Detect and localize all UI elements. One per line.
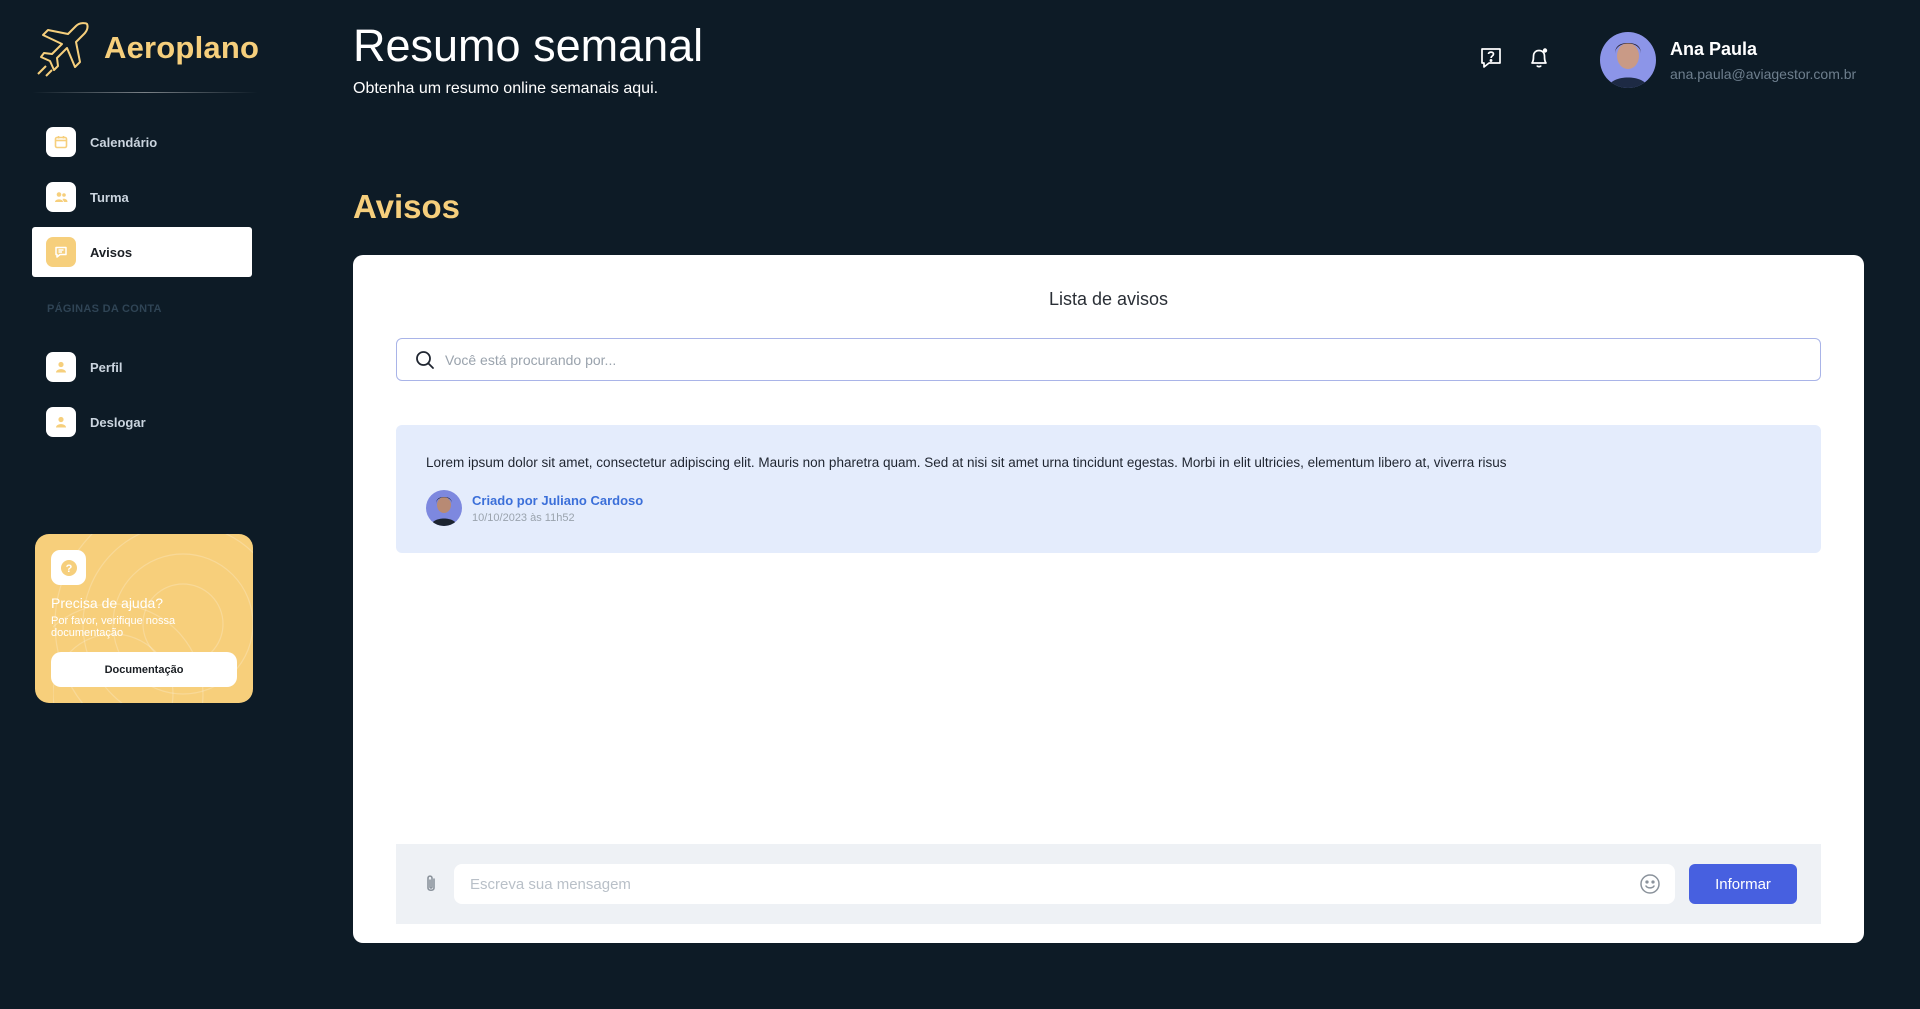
sidebar-item-avisos[interactable]: Avisos: [32, 227, 252, 277]
notice-item[interactable]: Lorem ipsum dolor sit amet, consectetur …: [396, 425, 1821, 553]
users-icon: [46, 182, 76, 212]
sidebar-item-turma[interactable]: Turma: [32, 172, 252, 222]
paperclip-icon[interactable]: [420, 873, 442, 895]
sidebar-item-label: Turma: [90, 189, 129, 205]
author-name[interactable]: Criado por Juliano Cardoso: [472, 493, 643, 508]
sidebar: Aeroplano Calendário Turma Avisos PÁGINA…: [0, 0, 290, 1009]
notice-author: Criado por Juliano Cardoso 10/10/2023 às…: [426, 490, 1791, 526]
avatar: [426, 490, 462, 526]
search-icon: [416, 350, 434, 369]
emoji-icon[interactable]: [1639, 873, 1661, 895]
search-input[interactable]: [445, 344, 1820, 375]
section-title-account: PÁGINAS DA CONTA: [47, 303, 162, 315]
user-icon: [46, 352, 76, 382]
message-box[interactable]: [454, 864, 1675, 904]
message-icon: [46, 237, 76, 267]
user-profile[interactable]: Ana Paula ana.paula@aviagestor.com.br: [1600, 32, 1856, 88]
message-composer: Informar: [396, 844, 1821, 924]
user-icon: [46, 407, 76, 437]
sidebar-item-label: Deslogar: [90, 414, 146, 430]
avatar: [1600, 32, 1656, 88]
sidebar-item-calendario[interactable]: Calendário: [32, 117, 252, 167]
help-card: ? Precisa de ajuda? Por favor, verifique…: [35, 534, 253, 703]
message-input[interactable]: [470, 869, 1639, 899]
calendar-icon: [46, 127, 76, 157]
user-info: Ana Paula ana.paula@aviagestor.com.br: [1670, 39, 1856, 82]
sidebar-item-label: Perfil: [90, 359, 123, 375]
sidebar-item-label: Avisos: [90, 244, 133, 260]
documentation-button[interactable]: Documentação: [51, 652, 237, 687]
sidebar-item-perfil[interactable]: Perfil: [32, 342, 252, 392]
page-title: Resumo semanal: [353, 20, 704, 71]
sidebar-item-deslogar[interactable]: Deslogar: [32, 397, 252, 447]
airplane-logo-icon: [37, 22, 89, 77]
search-bar[interactable]: [396, 338, 1821, 381]
bell-icon[interactable]: [1526, 45, 1552, 71]
author-date: 10/10/2023 às 11h52: [472, 511, 575, 524]
user-email: ana.paula@aviagestor.com.br: [1670, 65, 1857, 82]
help-title: Precisa de ajuda?: [51, 595, 164, 611]
help-icon: ?: [51, 550, 86, 585]
help-chat-icon[interactable]: [1478, 45, 1504, 71]
user-name: Ana Paula: [1670, 38, 1758, 59]
svg-text:?: ?: [65, 563, 72, 575]
brand-name: Aeroplano: [104, 30, 260, 65]
notices-panel: Lista de avisos Lorem ipsum dolor sit am…: [353, 255, 1864, 943]
sidebar-item-label: Calendário: [90, 134, 158, 150]
panel-title: Lista de avisos: [1048, 289, 1169, 309]
app-root: Aeroplano Calendário Turma Avisos PÁGINA…: [0, 0, 1920, 1009]
help-subtitle: Por favor, verifique nossa documentação: [51, 615, 176, 639]
brand[interactable]: Aeroplano: [32, 18, 259, 78]
page-subtitle: Obtenha um resumo online semanais aqui.: [353, 80, 659, 97]
author-info: Criado por Juliano Cardoso 10/10/2023 às…: [472, 493, 643, 524]
send-button[interactable]: Informar: [1689, 864, 1797, 904]
notice-text: Lorem ipsum dolor sit amet, consectetur …: [426, 455, 1507, 470]
section-heading: Avisos: [353, 188, 460, 225]
brand-divider: [32, 92, 258, 93]
